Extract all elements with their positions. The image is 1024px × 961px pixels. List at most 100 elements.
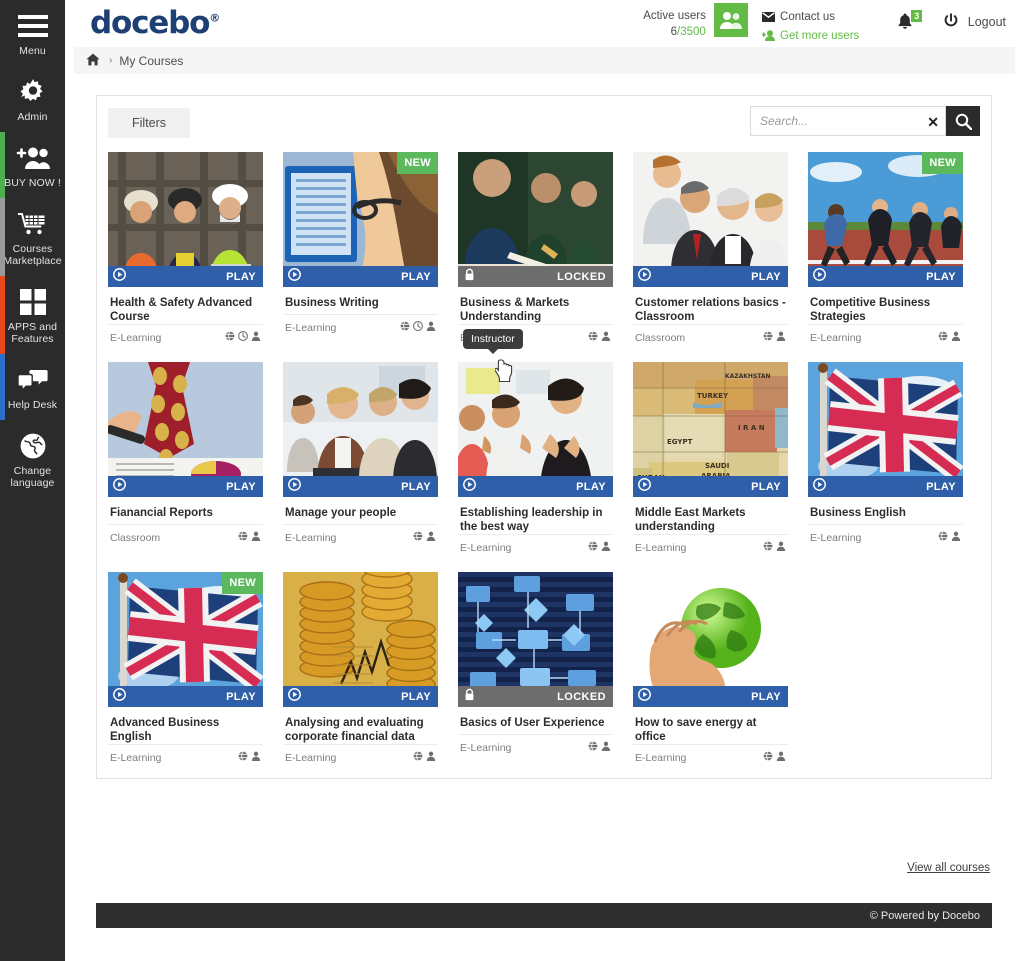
play-bar[interactable]: PLAY (633, 686, 788, 707)
course-thumbnail[interactable]: PLAY (283, 572, 438, 707)
locked-bar[interactable]: LOCKED (458, 266, 613, 287)
play-bar[interactable]: PLAY (458, 476, 613, 497)
course-thumbnail[interactable]: LOCKED (458, 572, 613, 707)
course-card[interactable]: PLAY Business English E-Learning (808, 362, 963, 554)
globe-icon[interactable] (763, 331, 773, 344)
locked-label: LOCKED (557, 690, 606, 703)
globe-icon[interactable] (238, 751, 248, 764)
search-button[interactable] (946, 106, 980, 136)
docebo-logo[interactable]: docebo® (90, 5, 220, 41)
course-card[interactable]: PLAY Analysing and evaluating corporate f… (283, 572, 438, 764)
play-bar[interactable]: PLAY (283, 686, 438, 707)
course-thumbnail[interactable]: PLAY (633, 572, 788, 707)
person-icon[interactable] (426, 751, 436, 764)
person-icon[interactable] (776, 541, 786, 554)
sidebar-accent-strip (0, 354, 5, 420)
course-card[interactable]: PLAY Fianancial Reports Classroom (108, 362, 263, 554)
sidebar-item-help-desk[interactable]: Help Desk (0, 354, 65, 420)
sidebar-item-change-language[interactable]: Change language (0, 420, 65, 498)
globe-icon[interactable] (763, 541, 773, 554)
play-bar[interactable]: PLAY (283, 266, 438, 287)
svg-text:SAUDI: SAUDI (705, 462, 729, 470)
course-thumbnail[interactable]: NEW PLAY (108, 572, 263, 707)
play-bar[interactable]: PLAY (283, 476, 438, 497)
lock-icon (463, 268, 476, 286)
globe-icon[interactable] (225, 331, 235, 344)
course-title: Advanced Business English (110, 717, 220, 743)
course-thumbnail[interactable]: PLAY (108, 152, 263, 287)
course-thumbnail[interactable]: NEW PLAY (808, 152, 963, 287)
play-bar[interactable]: PLAY (808, 476, 963, 497)
globe-icon[interactable] (238, 531, 248, 544)
contact-us-link[interactable]: Contact us (761, 9, 859, 28)
globe-icon[interactable] (588, 331, 598, 344)
sidebar-item-apps-and-features[interactable]: APPS and Features (0, 276, 65, 354)
course-meta: Classroom (633, 324, 788, 344)
course-thumbnail[interactable]: PLAY (283, 362, 438, 497)
sidebar-item-courses-marketplace[interactable]: Courses Marketplace (0, 198, 65, 276)
close-icon[interactable]: ✕ (927, 107, 939, 137)
clock-icon[interactable] (413, 321, 423, 334)
course-type: E-Learning (635, 541, 687, 554)
clock-icon[interactable] (238, 331, 248, 344)
play-bar[interactable]: PLAY (808, 266, 963, 287)
play-bar[interactable]: PLAY (633, 476, 788, 497)
play-bar[interactable]: PLAY (108, 266, 263, 287)
course-card[interactable]: NEW PLAY Advanced Business English E-Learni… (108, 572, 263, 764)
person-icon[interactable] (601, 541, 611, 554)
course-card[interactable]: NEW PLAY Business Writing E-Learning (283, 152, 438, 344)
sidebar-item-admin[interactable]: Admin (0, 66, 65, 132)
course-card[interactable]: PLAY Customer relations basics - Classroo… (633, 152, 788, 344)
course-card[interactable]: TURKEYI R A NEGYPTSAUDIARABIASUDANKAZAKH… (633, 362, 788, 554)
course-card[interactable]: PLAY Establishing leadership in the best … (458, 362, 613, 554)
play-bar[interactable]: PLAY (108, 476, 263, 497)
person-icon[interactable] (951, 531, 961, 544)
sidebar-item-menu[interactable]: Menu (0, 0, 65, 66)
notifications-button[interactable]: 3 (859, 0, 923, 35)
globe-icon[interactable] (588, 541, 598, 554)
course-thumbnail[interactable]: NEW PLAY (283, 152, 438, 287)
course-card[interactable]: PLAY Manage your people E-Learning (283, 362, 438, 554)
person-icon[interactable] (251, 751, 261, 764)
home-icon[interactable] (86, 53, 100, 69)
course-thumbnail[interactable]: PLAY (458, 362, 613, 497)
sidebar-item-buy-now[interactable]: BUY NOW ! (0, 132, 65, 198)
course-card[interactable]: PLAY How to save energy at office E-Learni… (633, 572, 788, 764)
course-thumbnail[interactable]: PLAY (808, 362, 963, 497)
course-card[interactable]: LOCKED Basics of User Experience E-Learnin… (458, 572, 613, 764)
play-label: PLAY (401, 270, 431, 283)
get-more-users-link[interactable]: Get more users (761, 28, 859, 47)
globe-icon[interactable] (763, 751, 773, 764)
globe-icon[interactable] (400, 321, 410, 334)
search-input[interactable] (751, 107, 945, 135)
person-icon[interactable] (601, 741, 611, 754)
course-thumbnail[interactable]: PLAY (633, 152, 788, 287)
course-type: E-Learning (285, 321, 337, 334)
play-bar[interactable]: PLAY (108, 686, 263, 707)
course-thumbnail[interactable]: LOCKED (458, 152, 613, 287)
course-card[interactable]: LOCKEDBusiness & Markets UnderstandingE-… (458, 152, 613, 344)
person-icon[interactable] (776, 751, 786, 764)
course-card[interactable]: PLAY Health & Safety Advanced Course E-Lea… (108, 152, 263, 344)
globe-icon[interactable] (938, 331, 948, 344)
filters-button[interactable]: Filters (108, 108, 191, 138)
globe-icon[interactable] (588, 741, 598, 754)
logout-button[interactable]: Logout (913, 0, 1006, 32)
globe-icon[interactable] (413, 751, 423, 764)
person-icon[interactable] (426, 321, 436, 334)
users-icon[interactable] (713, 3, 748, 37)
person-icon[interactable] (601, 331, 611, 344)
person-icon[interactable] (426, 531, 436, 544)
person-icon[interactable] (776, 331, 786, 344)
locked-bar[interactable]: LOCKED (458, 686, 613, 707)
course-thumbnail[interactable]: TURKEYI R A NEGYPTSAUDIARABIASUDANKAZAKH… (633, 362, 788, 497)
globe-icon[interactable] (413, 531, 423, 544)
person-icon[interactable] (251, 331, 261, 344)
globe-icon[interactable] (938, 531, 948, 544)
play-bar[interactable]: PLAY (633, 266, 788, 287)
view-all-courses-link[interactable]: View all courses (907, 862, 990, 874)
person-icon[interactable] (251, 531, 261, 544)
course-card[interactable]: NEW PLAY Competitive Business Strategies E-… (808, 152, 963, 344)
person-icon[interactable] (951, 331, 961, 344)
course-thumbnail[interactable]: PLAY (108, 362, 263, 497)
